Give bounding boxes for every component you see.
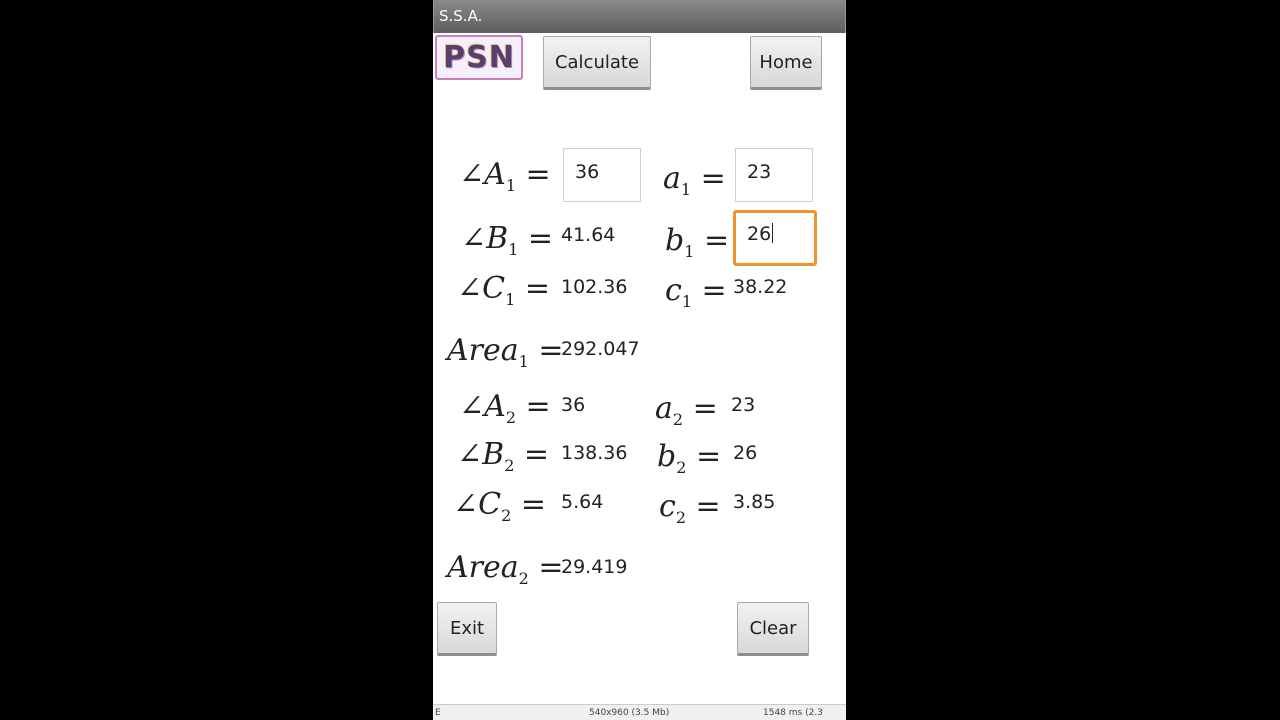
side-a1-label: a1 = (663, 161, 726, 199)
side-a2-label: a2 = (655, 391, 718, 429)
home-button[interactable]: Home (750, 36, 822, 90)
angle-c2-value: 5.64 (561, 491, 604, 513)
exit-button[interactable]: Exit (437, 602, 497, 656)
side-a2-value: 23 (731, 394, 756, 416)
angle-b1-label: ∠B1 = (461, 221, 554, 259)
status-right: 1548 ms (2.3 Mb/s) (763, 708, 823, 718)
home-button-label: Home (759, 51, 813, 73)
angle-a2-label: ∠A2 = (459, 389, 551, 427)
side-b1-input[interactable]: 26 (733, 210, 817, 266)
side-c2-value: 3.85 (733, 491, 776, 513)
app-title-bar: S.S.A. (433, 0, 846, 33)
app-title: S.S.A. (439, 7, 483, 25)
status-left: E (435, 708, 441, 718)
side-b1-label: b1 = (665, 223, 730, 261)
status-bar: E 540x960 (3.5 Mb) 1548 ms (2.3 Mb/s) (433, 704, 846, 720)
area1-value: 292.047 (561, 338, 640, 360)
exit-button-label: Exit (449, 617, 485, 639)
area1-label: Area1 = (447, 333, 564, 371)
angle-a1-label: ∠A1 = (459, 157, 551, 195)
angle-b2-value: 138.36 (561, 442, 628, 464)
side-c1-label: c1 = (665, 273, 727, 311)
text-caret (772, 223, 774, 243)
status-center: 540x960 (3.5 Mb) (589, 708, 670, 718)
side-c2-label: c2 = (659, 489, 721, 527)
angle-b2-label: ∠B2 = (457, 437, 550, 475)
area2-label: Area2 = (447, 550, 564, 588)
app-screen: S.S.A. PSN Calculate Home ∠A1 = 36 a1 = … (433, 0, 846, 720)
clear-button-label: Clear (749, 617, 797, 639)
area2-value: 29.419 (561, 556, 628, 578)
angle-c1-label: ∠C1 = (457, 271, 550, 309)
calculate-button[interactable]: Calculate (543, 36, 651, 90)
psn-logo: PSN (435, 35, 523, 80)
logo-text: PSN (443, 40, 515, 75)
clear-button[interactable]: Clear (737, 602, 809, 656)
side-b2-value: 26 (733, 442, 758, 464)
angle-a1-input[interactable]: 36 (563, 148, 641, 202)
angle-a2-value: 36 (561, 394, 586, 416)
angle-c1-value: 102.36 (561, 276, 628, 298)
side-c1-value: 38.22 (733, 276, 788, 298)
angle-c2-label: ∠C2 = (453, 487, 546, 525)
angle-b1-value: 41.64 (561, 224, 616, 246)
side-b2-label: b2 = (657, 439, 722, 477)
side-a1-input[interactable]: 23 (735, 148, 813, 202)
calculate-button-label: Calculate (554, 51, 640, 73)
